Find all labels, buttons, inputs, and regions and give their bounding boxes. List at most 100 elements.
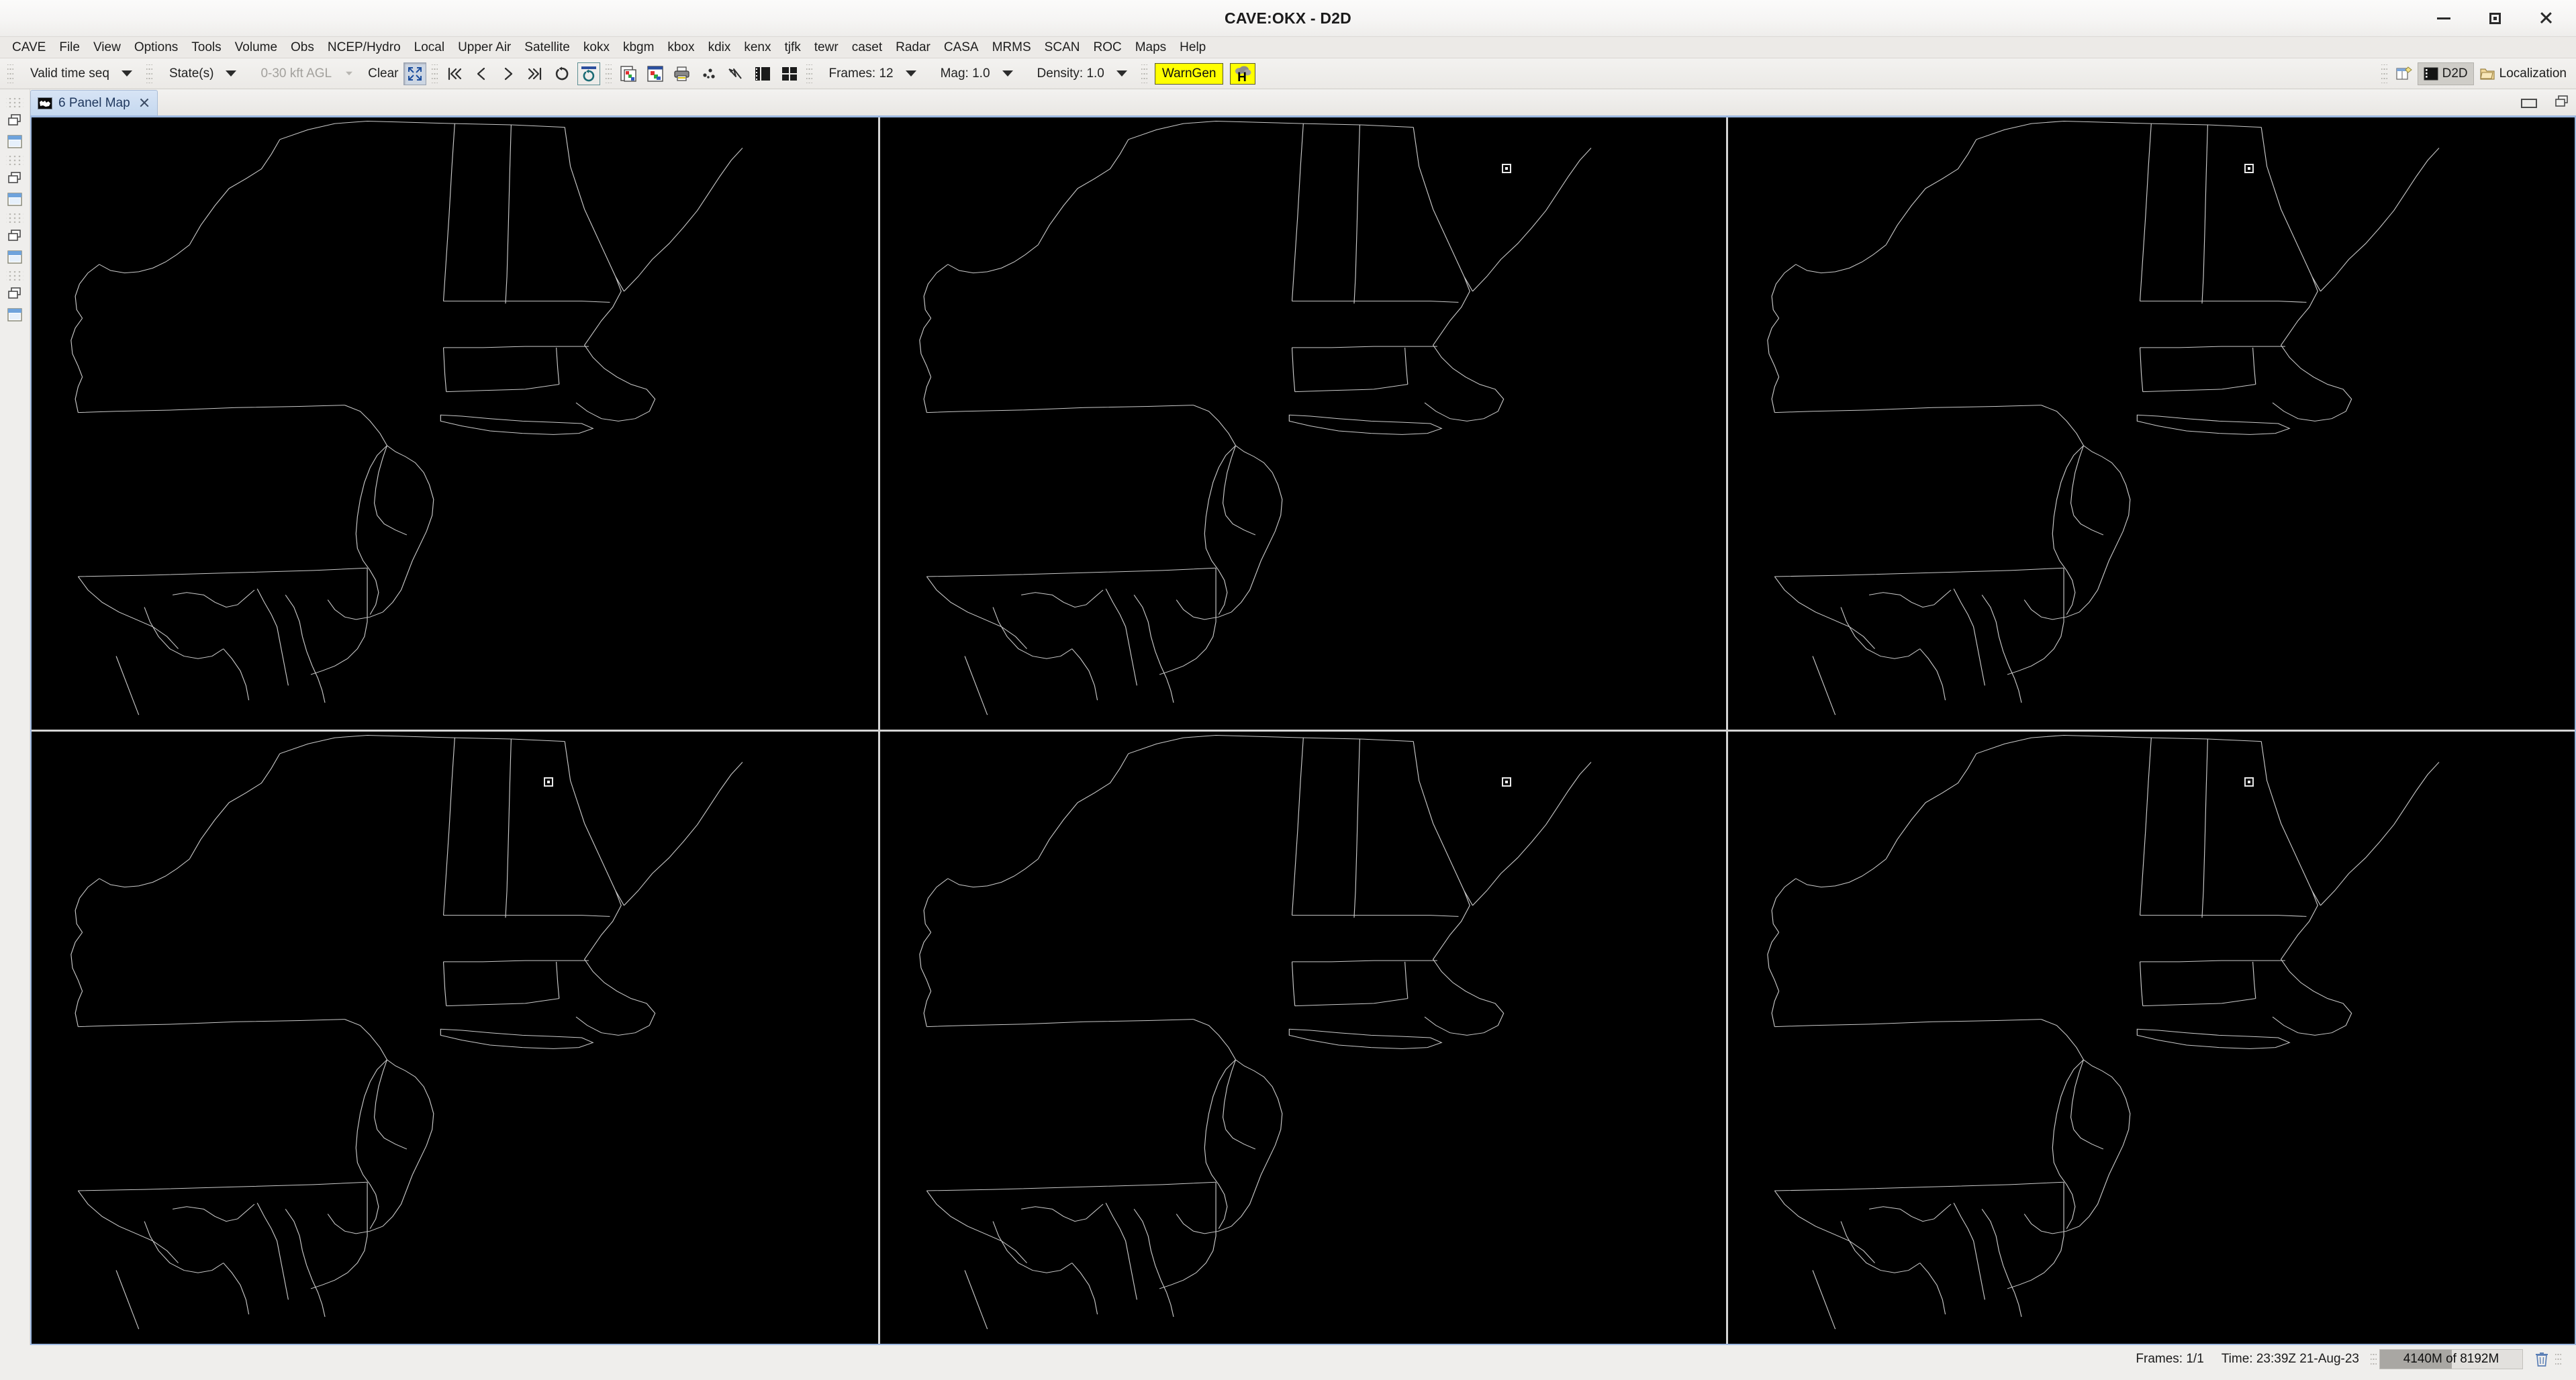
restore-view-icon-3[interactable] [5, 225, 25, 246]
rail-grip-2[interactable] [6, 156, 23, 165]
toolbar-grip-6[interactable] [1141, 64, 1147, 83]
view-window-icon-3[interactable] [5, 246, 25, 268]
tab-6-panel-map[interactable]: 6 Panel Map [30, 90, 158, 115]
rail-grip-4[interactable] [6, 271, 23, 281]
chevron-down-icon [1116, 70, 1127, 77]
menu-help[interactable]: Help [1173, 39, 1212, 56]
minimize-button[interactable] [2432, 7, 2455, 30]
close-icon[interactable] [139, 98, 149, 108]
menu-tewr[interactable]: tewr [808, 39, 845, 56]
menu-radar[interactable]: Radar [889, 39, 937, 56]
maximize-button[interactable] [2483, 7, 2506, 30]
first-frame-icon[interactable] [443, 62, 466, 85]
menu-upper-air[interactable]: Upper Air [451, 39, 518, 56]
close-button[interactable] [2534, 7, 2557, 30]
image-combine-icon[interactable] [644, 62, 667, 85]
statusbar-grip[interactable] [2371, 1350, 2377, 1368]
time-mode-dropdown[interactable]: Valid time seq [17, 62, 143, 85]
menu-scan[interactable]: SCAN [1038, 39, 1087, 56]
menu-maps[interactable]: Maps [1129, 39, 1173, 56]
menu-kbgm[interactable]: kbgm [616, 39, 661, 56]
map-panel-3[interactable] [1728, 117, 2575, 730]
toolbar-grip-2[interactable] [146, 64, 152, 83]
loop-icon[interactable] [551, 62, 573, 85]
view-window-icon-1[interactable] [5, 131, 25, 152]
hazard-services-icon[interactable]: H [1230, 62, 1256, 85]
map-marker[interactable] [1502, 777, 1512, 787]
trash-icon[interactable] [2531, 1348, 2553, 1370]
magnification-dropdown[interactable]: Mag: 1.0 [927, 62, 1024, 85]
map-panel-6[interactable] [1728, 732, 2575, 1344]
map-marker[interactable] [2244, 164, 2254, 174]
view-window-icon-4[interactable] [5, 304, 25, 326]
toolbar-grip[interactable] [7, 64, 13, 83]
menu-local[interactable]: Local [408, 39, 451, 56]
view-window-icon-2[interactable] [5, 189, 25, 210]
menu-obs[interactable]: Obs [284, 39, 321, 56]
previous-frame-icon[interactable] [470, 62, 493, 85]
memory-usage-bar[interactable]: 4140M of 8192M [2379, 1349, 2523, 1369]
new-perspective-icon[interactable] [2393, 62, 2416, 85]
time-mode-label: Valid time seq [30, 66, 109, 81]
frames-dropdown[interactable]: Frames: 12 [816, 62, 927, 85]
toolbar-grip-4[interactable] [605, 64, 612, 83]
menu-satellite[interactable]: Satellite [518, 39, 577, 56]
rail-grip-1[interactable] [6, 98, 23, 107]
menu-volume[interactable]: Volume [228, 39, 284, 56]
map-marker[interactable] [2244, 777, 2254, 787]
altitude-dropdown[interactable]: 0-30 kft AGL [247, 62, 365, 85]
menu-cave[interactable]: CAVE [5, 39, 52, 56]
last-frame-icon[interactable] [524, 62, 546, 85]
perspective-localization-button[interactable]: Localization [2474, 62, 2572, 85]
restore-view-icon-1[interactable] [5, 109, 25, 131]
tabbar-controls [2521, 95, 2569, 111]
restore-view-icon-2[interactable] [5, 167, 25, 189]
menu-ncep-hydro[interactable]: NCEP/Hydro [321, 39, 408, 56]
fit-to-screen-icon[interactable] [403, 62, 426, 85]
image-properties-icon[interactable] [617, 62, 640, 85]
map-marker[interactable] [543, 777, 553, 787]
minimize-editor-icon[interactable] [2521, 98, 2537, 108]
menu-kbox[interactable]: kbox [661, 39, 701, 56]
map-marker[interactable] [1502, 164, 1512, 174]
menu-kdix[interactable]: kdix [702, 39, 738, 56]
folder-icon [2479, 68, 2495, 80]
menu-caset[interactable]: caset [845, 39, 889, 56]
map-panel-2[interactable] [879, 117, 1727, 730]
menu-kokx[interactable]: kokx [577, 39, 616, 56]
menu-tools[interactable]: Tools [185, 39, 228, 56]
menu-options[interactable]: Options [128, 39, 185, 56]
menu-kenx[interactable]: kenx [737, 39, 777, 56]
menu-file[interactable]: File [52, 39, 87, 56]
toolbar-grip-5[interactable] [806, 64, 812, 83]
rail-grip-3[interactable] [6, 213, 23, 223]
restore-view-icon-4[interactable] [5, 283, 25, 304]
states-dropdown[interactable]: State(s) [156, 62, 248, 85]
two-panel-layout-icon[interactable] [751, 62, 774, 85]
memory-usage-label: 4140M of 8192M [2403, 1352, 2499, 1366]
map-panel-4[interactable] [32, 732, 878, 1344]
perspective-d2d-button[interactable]: D2D [2417, 62, 2474, 85]
menu-view[interactable]: View [87, 39, 128, 56]
warngen-button[interactable]: WarnGen [1154, 62, 1224, 85]
window-titlebar: CAVE:OKX - D2D [0, 0, 2576, 37]
auto-update-icon[interactable] [577, 62, 600, 85]
toolbar-grip-7[interactable] [2381, 64, 2387, 83]
menu-roc[interactable]: ROC [1086, 39, 1128, 56]
baselines-icon[interactable] [724, 62, 747, 85]
menu-mrms[interactable]: MRMS [986, 39, 1038, 56]
menu-tjfk[interactable]: tjfk [778, 39, 808, 56]
restore-editor-icon[interactable] [2555, 95, 2569, 111]
statusbar-grip-2[interactable] [2555, 1350, 2561, 1368]
chevron-down-icon [905, 70, 916, 77]
points-icon[interactable] [698, 62, 720, 85]
menu-casa[interactable]: CASA [937, 39, 986, 56]
print-icon[interactable] [671, 62, 694, 85]
map-panel-5[interactable] [879, 732, 1727, 1344]
four-panel-layout-icon[interactable] [778, 62, 801, 85]
toolbar-grip-3[interactable] [431, 64, 438, 83]
clear-button[interactable]: Clear [365, 66, 401, 81]
map-panel-1[interactable] [32, 117, 878, 730]
next-frame-icon[interactable] [497, 62, 520, 85]
density-dropdown[interactable]: Density: 1.0 [1024, 62, 1138, 85]
